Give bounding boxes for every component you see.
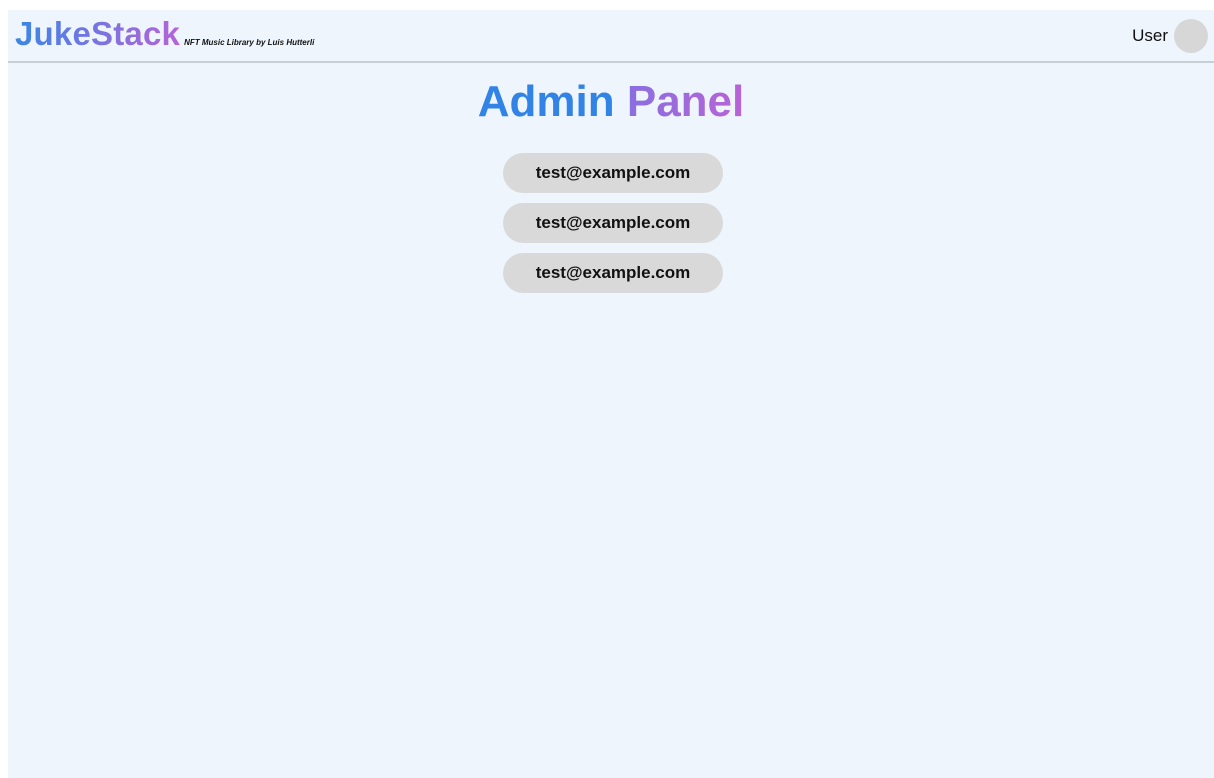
brand-logo-text[interactable]: JukeStack bbox=[15, 15, 180, 53]
page-title-part2: Panel bbox=[626, 77, 745, 126]
user-list-item[interactable]: test@example.com bbox=[503, 203, 723, 243]
page-title: Admin Panel bbox=[8, 76, 1214, 128]
app-container: JukeStack NFT Music Library by Luis Hutt… bbox=[8, 10, 1214, 778]
brand-tagline: NFT Music Library by Luis Hutterli bbox=[184, 38, 315, 47]
user-list: test@example.com test@example.com test@e… bbox=[503, 153, 723, 303]
top-bar: JukeStack NFT Music Library by Luis Hutt… bbox=[8, 10, 1214, 63]
user-label[interactable]: User bbox=[1132, 26, 1168, 46]
user-list-item[interactable]: test@example.com bbox=[503, 153, 723, 193]
user-list-item[interactable]: test@example.com bbox=[503, 253, 723, 293]
page-title-part1: Admin bbox=[477, 77, 615, 126]
user-menu[interactable]: User bbox=[1132, 19, 1208, 53]
avatar[interactable] bbox=[1174, 19, 1208, 53]
brand[interactable]: JukeStack NFT Music Library by Luis Hutt… bbox=[15, 15, 314, 53]
